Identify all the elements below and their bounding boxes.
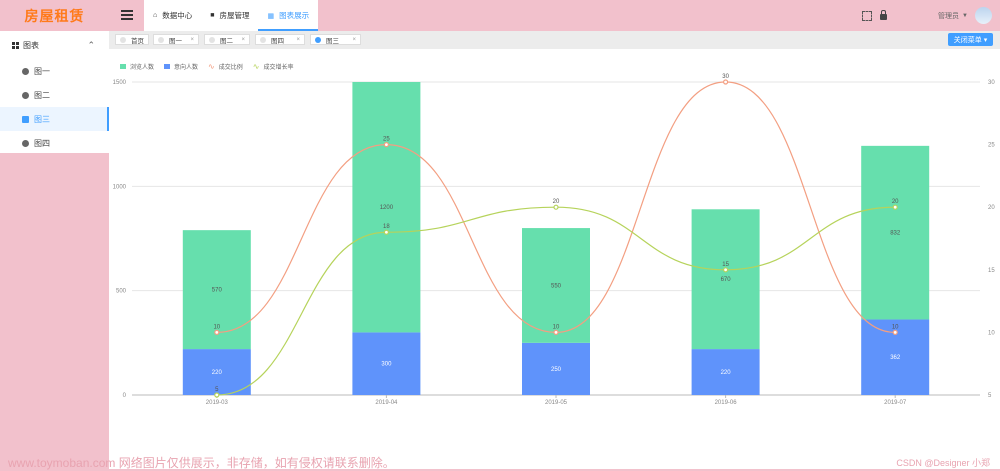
line-ratio-label: 30 — [722, 74, 729, 80]
y-left-tick-label: 0 — [123, 393, 127, 399]
watermark-right: CSDN @Designer 小郑 — [896, 458, 990, 468]
bar-intent-label: 220 — [721, 370, 732, 376]
line-growth-point — [214, 392, 220, 398]
combo-chart: 0 500 1000 1500 5 10 15 20 25 30 220 570 2019-03 300 1… — [113, 74, 996, 406]
line-ratio-point — [722, 79, 729, 85]
line-growth-label: 20 — [553, 199, 560, 205]
y-left-tick-label: 1000 — [113, 184, 127, 190]
x-tick-label: 2019-04 — [375, 400, 398, 406]
line-ratio-point — [892, 329, 898, 335]
line-growth-point — [722, 267, 729, 273]
line-ratio-point — [383, 142, 389, 148]
y-right-tick-label: 5 — [988, 393, 992, 399]
bar-intent-label: 250 — [551, 367, 562, 373]
bar-browse-label: 670 — [721, 277, 732, 283]
line-ratio-label: 10 — [553, 324, 560, 330]
x-tick-label: 2019-06 — [715, 400, 738, 406]
bar-intent-label: 362 — [890, 355, 901, 361]
line-growth-point — [892, 204, 898, 210]
line-ratio-label: 25 — [383, 137, 390, 143]
line-ratio-label: 10 — [892, 324, 899, 330]
bar-browse-label: 570 — [212, 288, 223, 294]
y-right-tick-label: 15 — [988, 268, 995, 274]
line-growth-label: 15 — [722, 262, 729, 268]
line-growth-label: 18 — [383, 224, 390, 230]
line-ratio-label: 10 — [213, 324, 220, 330]
x-tick-label: 2019-07 — [884, 400, 907, 406]
bar-browse-label: 1200 — [380, 205, 394, 211]
y-right-tick-label: 25 — [988, 143, 995, 149]
bar-intent-label: 220 — [212, 370, 223, 376]
y-right-tick-label: 10 — [988, 330, 995, 336]
line-growth-point — [553, 204, 559, 210]
x-tick-label: 2019-03 — [206, 400, 229, 406]
bar-browse-label: 832 — [890, 231, 901, 237]
bar-intent-label: 300 — [381, 362, 392, 368]
y-right-tick-label: 20 — [988, 205, 995, 211]
line-ratio-point — [214, 329, 220, 335]
bar-browse-label: 550 — [551, 283, 562, 289]
x-tick-label: 2019-05 — [545, 400, 568, 406]
line-growth-point — [383, 229, 389, 235]
watermark-left: www.toymoban.com 网络图片仅供展示，非存储，如有侵权请联系删除。 — [8, 456, 395, 470]
y-right-tick-label: 30 — [988, 80, 995, 86]
line-ratio-point — [553, 329, 559, 335]
line-growth-label: 20 — [892, 199, 899, 205]
y-left-tick-label: 1500 — [113, 80, 127, 86]
y-left-tick-label: 500 — [116, 289, 127, 295]
